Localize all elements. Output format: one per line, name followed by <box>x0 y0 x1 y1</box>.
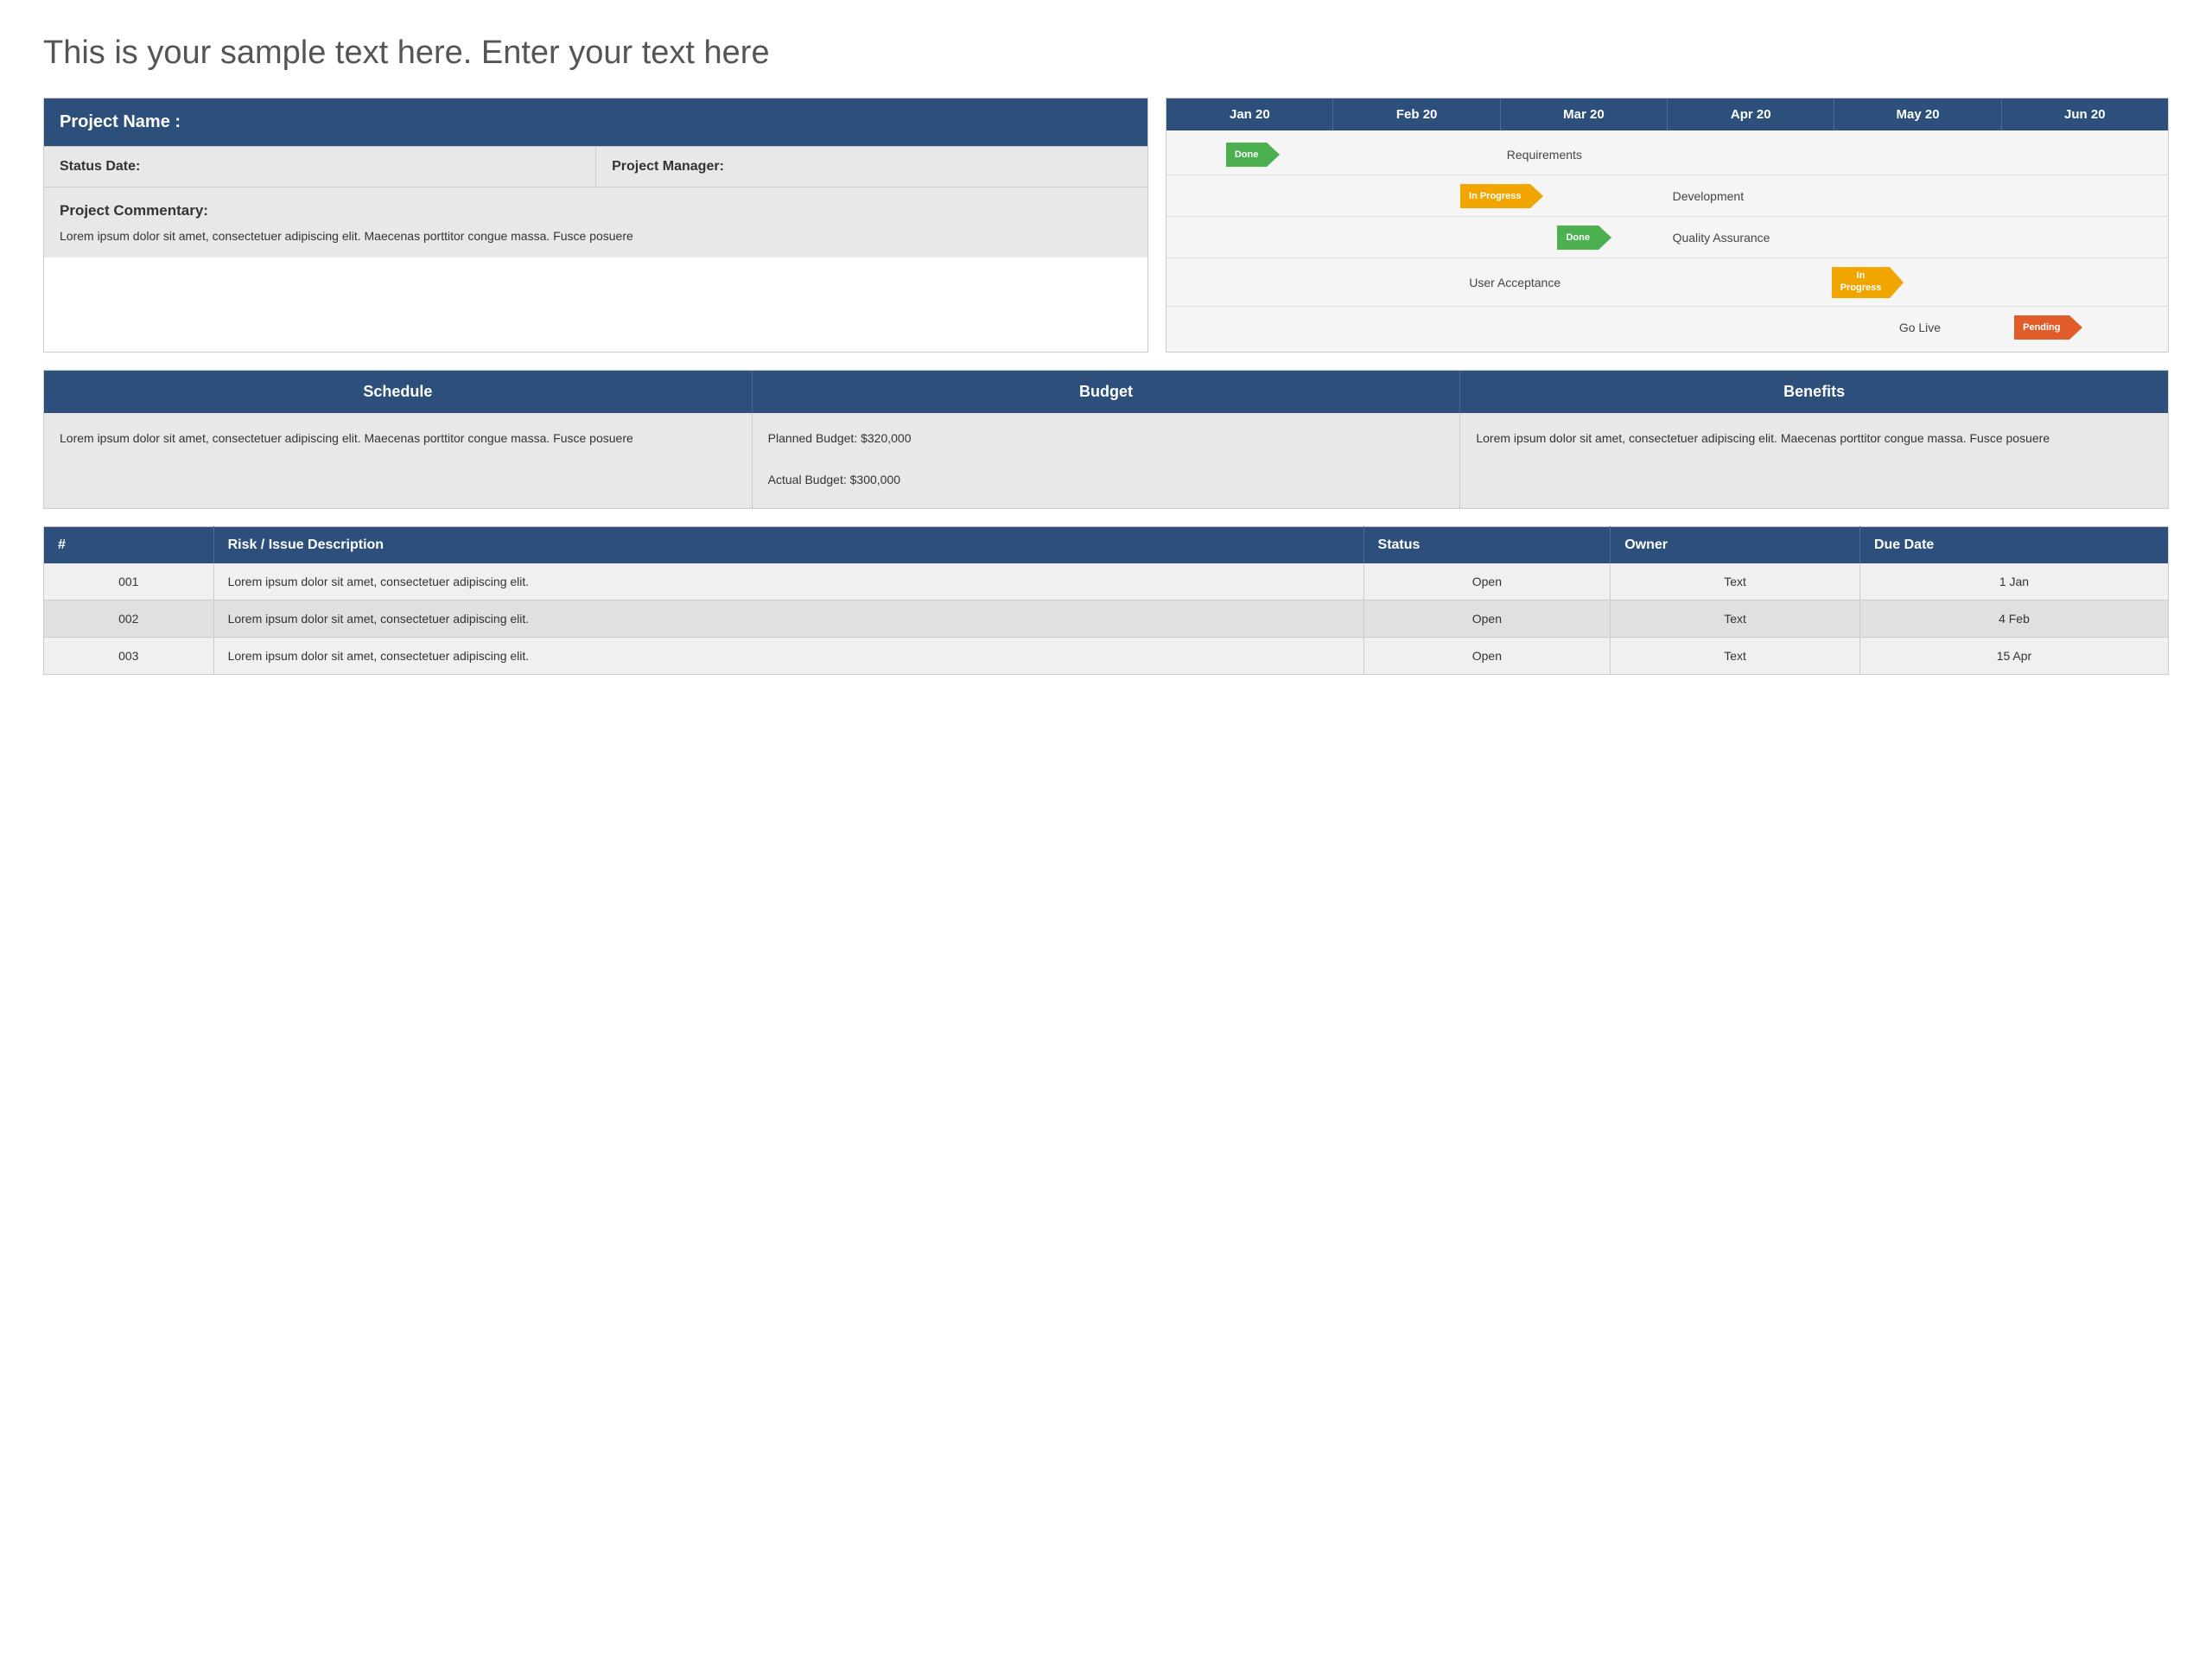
risk-owner: Text <box>1611 638 1860 675</box>
mid-header: Schedule Budget Benefits <box>44 371 2168 413</box>
gantt-col-may: May 20 <box>1834 99 2001 130</box>
project-name-row: Project Name : <box>44 99 1147 146</box>
top-section: Project Name : Status Date: Project Mana… <box>43 98 2169 353</box>
page-title: This is your sample text here. Enter you… <box>43 35 2169 72</box>
golive-badge: Pending <box>2014 315 2082 340</box>
risk-col-due: Due Date <box>1859 527 2168 564</box>
commentary-heading: Project Commentary: <box>60 200 1132 222</box>
development-badge-tip <box>1530 184 1543 208</box>
mid-body: Lorem ipsum dolor sit amet, consectetuer… <box>44 413 2168 508</box>
risk-desc: Lorem ipsum dolor sit amet, consectetuer… <box>213 563 1363 601</box>
commentary-text: Lorem ipsum dolor sit amet, consectetuer… <box>60 227 1132 245</box>
status-date-field: Status Date: <box>44 147 596 187</box>
gantt-row-golive: Go Live Pending <box>1166 307 2168 348</box>
gantt-chart: Jan 20 Feb 20 Mar 20 Apr 20 May 20 Jun 2… <box>1166 98 2169 353</box>
gantt-row-requirements: Done Requirements <box>1166 134 2168 175</box>
uat-badge: InProgress <box>1832 267 1904 298</box>
risk-status: Open <box>1363 601 1611 638</box>
risk-table: # Risk / Issue Description Status Owner … <box>43 526 2169 675</box>
mid-section: Schedule Budget Benefits Lorem ipsum dol… <box>43 370 2169 509</box>
qa-badge-label: Done <box>1557 226 1599 250</box>
project-fields-row: Status Date: Project Manager: <box>44 146 1147 187</box>
gantt-col-jan: Jan 20 <box>1166 99 1333 130</box>
risk-col-status: Status <box>1363 527 1611 564</box>
planned-budget: Planned Budget: $320,000 <box>768 429 1445 449</box>
risk-desc: Lorem ipsum dolor sit amet, consectetuer… <box>213 638 1363 675</box>
golive-badge-label: Pending <box>2014 315 2069 340</box>
project-commentary-row: Project Commentary: Lorem ipsum dolor si… <box>44 187 1147 257</box>
risk-status: Open <box>1363 638 1611 675</box>
project-name-label: Project Name : <box>60 112 181 131</box>
requirements-badge-tip <box>1267 143 1280 167</box>
risk-due: 1 Jan <box>1859 563 2168 601</box>
gantt-row-qa: Done Quality Assurance <box>1166 217 2168 258</box>
gantt-body: Done Requirements In Progress <box>1166 130 2168 352</box>
gantt-col-feb: Feb 20 <box>1333 99 1500 130</box>
risk-due: 4 Feb <box>1859 601 2168 638</box>
risk-col-owner: Owner <box>1611 527 1860 564</box>
project-manager-field: Project Manager: <box>596 147 1147 187</box>
benefits-content: Lorem ipsum dolor sit amet, consectetuer… <box>1460 413 2168 508</box>
budget-content: Planned Budget: $320,000 Actual Budget: … <box>753 413 1461 508</box>
risk-owner: Text <box>1611 563 1860 601</box>
requirements-badge-label: Done <box>1226 143 1268 167</box>
risk-owner: Text <box>1611 601 1860 638</box>
project-info-panel: Project Name : Status Date: Project Mana… <box>43 98 1148 353</box>
qa-badge-tip <box>1599 226 1611 250</box>
risk-due: 15 Apr <box>1859 638 2168 675</box>
gantt-row-development: In Progress Development <box>1166 175 2168 217</box>
gantt-col-jun: Jun 20 <box>2002 99 2168 130</box>
gantt-row-uat: User Acceptance InProgress <box>1166 258 2168 307</box>
qa-label: Quality Assurance <box>1668 231 1776 245</box>
development-badge-label: In Progress <box>1460 184 1530 208</box>
risk-status: Open <box>1363 563 1611 601</box>
schedule-content: Lorem ipsum dolor sit amet, consectetuer… <box>44 413 753 508</box>
uat-label: User Acceptance <box>1464 276 1566 289</box>
risk-table-row: 002 Lorem ipsum dolor sit amet, consecte… <box>44 601 2169 638</box>
requirements-badge: Done <box>1226 143 1281 167</box>
development-badge: In Progress <box>1460 184 1543 208</box>
golive-badge-tip <box>2069 315 2082 340</box>
actual-budget: Actual Budget: $300,000 <box>768 470 1445 491</box>
gantt-col-mar: Mar 20 <box>1501 99 1668 130</box>
requirements-label: Requirements <box>1502 148 1587 162</box>
development-label: Development <box>1668 189 1750 203</box>
risk-num: 002 <box>44 601 214 638</box>
budget-header: Budget <box>753 371 1461 413</box>
risk-num: 003 <box>44 638 214 675</box>
risk-table-row: 001 Lorem ipsum dolor sit amet, consecte… <box>44 563 2169 601</box>
risk-table-header-row: # Risk / Issue Description Status Owner … <box>44 527 2169 564</box>
schedule-header: Schedule <box>44 371 753 413</box>
risk-col-desc: Risk / Issue Description <box>213 527 1363 564</box>
risk-table-row: 003 Lorem ipsum dolor sit amet, consecte… <box>44 638 2169 675</box>
gantt-col-apr: Apr 20 <box>1668 99 1834 130</box>
golive-label: Go Live <box>1894 321 1946 334</box>
risk-num: 001 <box>44 563 214 601</box>
uat-badge-tip <box>1890 267 1904 298</box>
gantt-header: Jan 20 Feb 20 Mar 20 Apr 20 May 20 Jun 2… <box>1166 99 2168 130</box>
risk-col-num: # <box>44 527 214 564</box>
uat-badge-label: InProgress <box>1832 267 1891 298</box>
benefits-header: Benefits <box>1460 371 2168 413</box>
risk-desc: Lorem ipsum dolor sit amet, consectetuer… <box>213 601 1363 638</box>
qa-badge: Done <box>1557 226 1611 250</box>
